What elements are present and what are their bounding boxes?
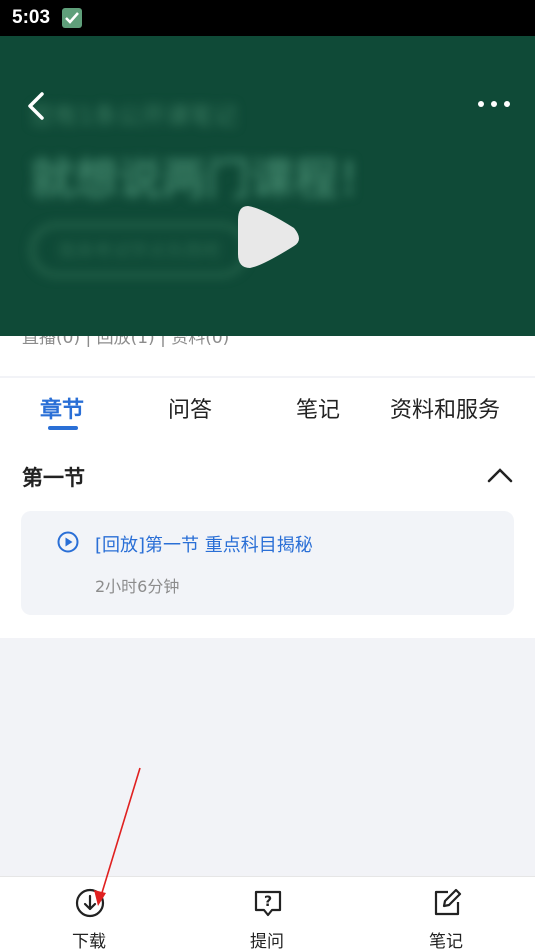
lesson-item[interactable]: [回放]第一节 重点科目揭秘 2小时6分钟: [21, 511, 514, 615]
status-bar: 5:03: [0, 0, 535, 36]
question-bubble-icon: ?: [252, 887, 284, 919]
lesson-title: [回放]第一节 重点科目揭秘: [95, 535, 313, 556]
notes-label: 笔记: [429, 932, 463, 952]
lesson-duration: 2小时6分钟: [95, 577, 180, 596]
video-blurred-line2: 就想说两门课程！: [30, 154, 382, 205]
course-stats-text: 直播(0) | 回放(1) | 资料(0): [22, 336, 230, 348]
checkmark-notification-icon: [62, 8, 82, 28]
download-icon: [74, 887, 106, 919]
active-tab-indicator: [48, 426, 78, 430]
tab-materials-services[interactable]: 资料和服务: [390, 392, 500, 424]
notes-button[interactable]: 笔记: [406, 887, 486, 952]
tab-chapters[interactable]: 章节: [40, 392, 84, 424]
video-blurred-line1: 您有1条公开课笔记: [30, 102, 238, 130]
tab-notes[interactable]: 笔记: [296, 392, 340, 424]
status-time: 5:03: [12, 7, 51, 28]
chevron-up-icon[interactable]: [486, 466, 514, 484]
edit-note-icon: [431, 887, 463, 919]
video-blurred-pill: 我来考试学点东西吧: [30, 223, 248, 277]
play-circle-icon: [57, 531, 79, 553]
tab-bar: 章节 问答 笔记 资料和服务: [0, 378, 535, 438]
video-preview-blurred: 您有1条公开课笔记 就想说两门课程！ 我来考试学点东西吧: [30, 96, 382, 277]
svg-text:?: ?: [264, 894, 272, 910]
tab-qa[interactable]: 问答: [168, 392, 212, 424]
course-stats-strip: 直播(0) | 回放(1) | 资料(0): [0, 336, 535, 376]
bottom-action-bar: 下载 ? 提问 笔记: [0, 876, 535, 952]
ask-question-label: 提问: [250, 932, 284, 952]
video-player[interactable]: 您有1条公开课笔记 就想说两门课程！ 我来考试学点东西吧: [0, 36, 535, 336]
play-icon[interactable]: [234, 200, 306, 274]
download-label: 下载: [72, 932, 106, 952]
ask-question-button[interactable]: ? 提问: [227, 887, 307, 952]
more-options-icon[interactable]: [476, 92, 512, 116]
section-title: 第一节: [22, 466, 85, 490]
back-arrow-icon[interactable]: [24, 90, 52, 122]
chapter-panel: 第一节 [回放]第一节 重点科目揭秘 2小时6分钟: [0, 438, 535, 638]
download-button[interactable]: 下载: [49, 887, 129, 952]
